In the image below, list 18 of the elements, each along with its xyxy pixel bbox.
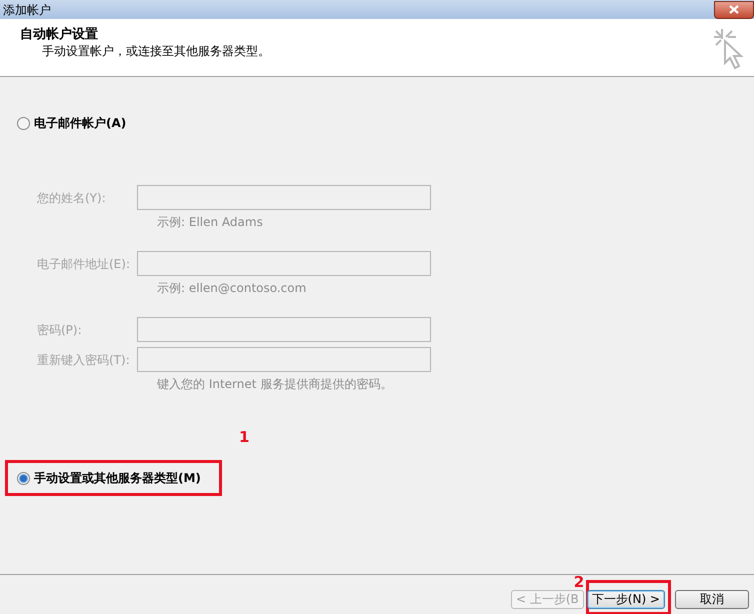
radio-option[interactable]: 手动设置或其他服务器类型(M) — [5, 460, 222, 496]
field-hint: 键入您的 Internet 服务提供商提供的密码。 — [157, 377, 394, 392]
field-label: 重新键入密码(T): — [37, 352, 131, 368]
close-button[interactable] — [714, 0, 754, 18]
callout-number: 1 — [239, 427, 250, 448]
callout-number: 2 — [574, 572, 584, 593]
radio-option[interactable]: 电子邮件帐户(A) — [5, 105, 148, 141]
window-title: 添加帐户 — [2, 2, 51, 18]
dialog-button[interactable]: 取消 — [675, 590, 749, 609]
field-label: 电子邮件地址(E): — [37, 256, 131, 272]
field-label: 您的姓名(Y): — [37, 190, 107, 206]
field-hint: 示例: ellen@contoso.com — [157, 281, 308, 296]
header-title: 自动帐户设置 — [20, 27, 99, 43]
field-label: 密码(P): — [37, 322, 83, 338]
field-hint: 示例: Ellen Adams — [157, 215, 264, 230]
header-subtitle: 手动设置帐户，或连接至其他服务器类型。 — [41, 43, 270, 60]
dialog-button[interactable]: 下一步(N) > — [586, 590, 665, 609]
close-icon — [729, 5, 739, 14]
